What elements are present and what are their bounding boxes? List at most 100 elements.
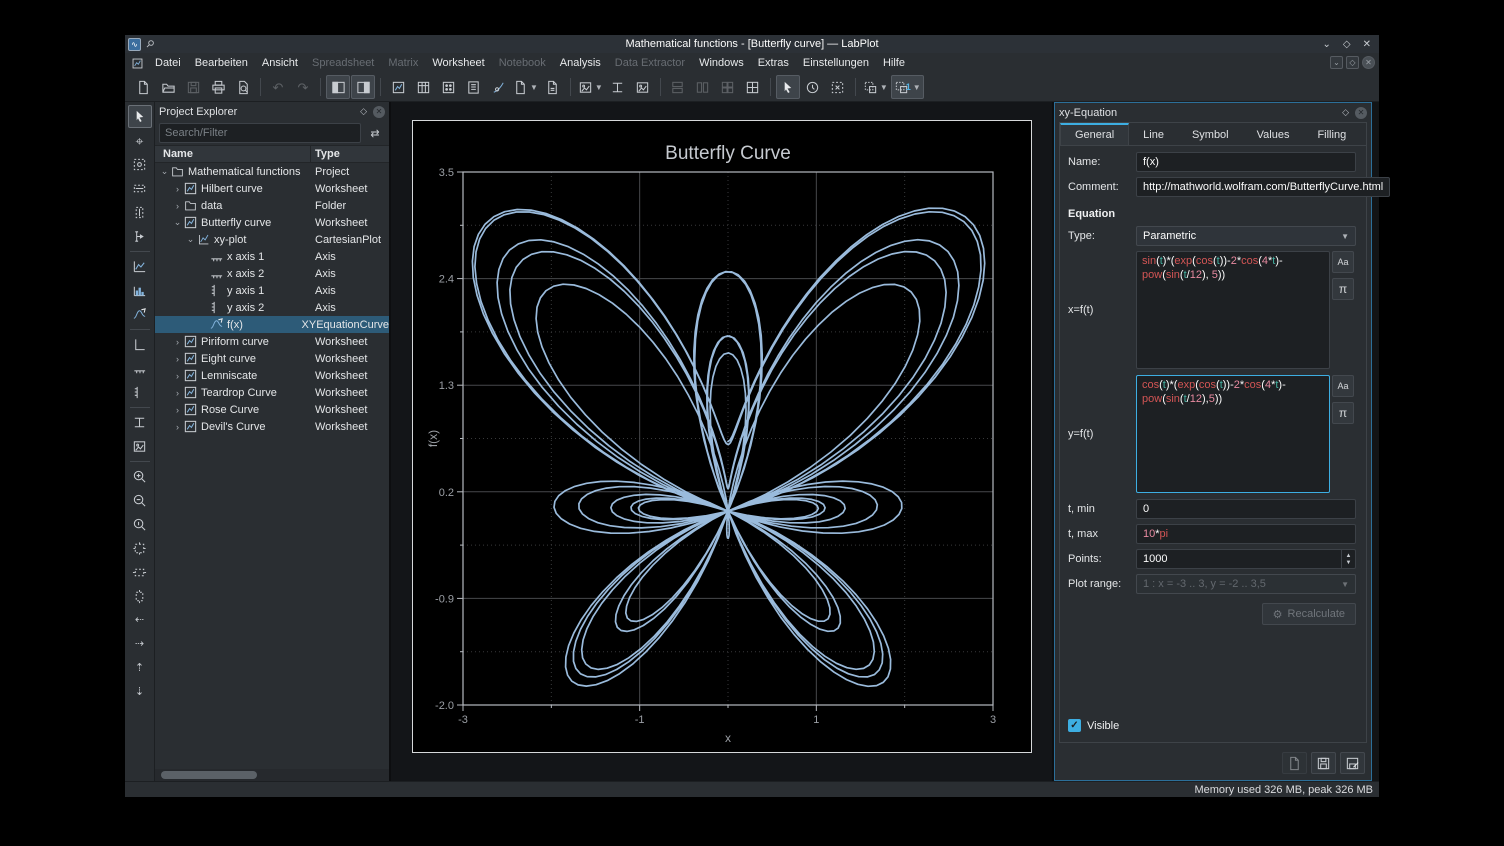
- new-spreadsheet-button[interactable]: [411, 75, 435, 99]
- new-matrix-button[interactable]: [436, 75, 460, 99]
- expander-icon[interactable]: ›: [172, 184, 183, 194]
- menu-worksheet[interactable]: Worksheet: [425, 55, 491, 71]
- new-folder-document-button[interactable]: [541, 75, 565, 99]
- horizontal-scrollbar[interactable]: [155, 769, 389, 781]
- menu-bearbeiten[interactable]: Bearbeiten: [188, 55, 255, 71]
- insert-function-button[interactable]: Aa: [1332, 375, 1354, 397]
- tree-row[interactable]: ⌄xy-plotCartesianPlot: [155, 231, 389, 248]
- tab-values[interactable]: Values: [1243, 123, 1304, 145]
- tree-row[interactable]: ›Piriform curveWorksheet: [155, 333, 389, 350]
- auto-scale-button[interactable]: [128, 537, 152, 560]
- add-xy-curve-button[interactable]: [128, 255, 152, 278]
- zoom-in-button[interactable]: [128, 465, 152, 488]
- new-project-button[interactable]: [131, 75, 155, 99]
- select-mode-button[interactable]: [128, 105, 152, 128]
- tree-row[interactable]: ⌄Butterfly curveWorksheet: [155, 214, 389, 231]
- shift-right-x-button[interactable]: ⇢: [128, 633, 152, 656]
- print-preview-button[interactable]: [231, 75, 255, 99]
- expander-icon[interactable]: ⌄: [185, 234, 196, 245]
- tree-row[interactable]: ›LemniscateWorksheet: [155, 367, 389, 384]
- select-mode-button[interactable]: [776, 75, 800, 99]
- insert-constant-button[interactable]: π: [1332, 278, 1354, 300]
- save-template-button[interactable]: [1311, 752, 1336, 774]
- search-input[interactable]: Search/Filter: [159, 123, 361, 143]
- column-header-type[interactable]: Type: [311, 146, 389, 162]
- load-template-button[interactable]: [1282, 752, 1307, 774]
- tree-row[interactable]: x axis 1Axis: [155, 248, 389, 265]
- expander-icon[interactable]: ›: [172, 422, 183, 432]
- shift-down-y-button[interactable]: ⇣: [128, 681, 152, 704]
- tree-row[interactable]: f(x)XYEquationCurve: [155, 316, 389, 333]
- add-equation-curve-button[interactable]: [128, 303, 152, 326]
- close-dock-icon[interactable]: ✕: [1355, 107, 1367, 119]
- save-default-button[interactable]: [1340, 752, 1365, 774]
- vertical-layout-button[interactable]: [606, 75, 630, 99]
- x-equation-input[interactable]: sin(t)*(exp(cos(t))-2*cos(4*t)-pow(sin(t…: [1136, 251, 1330, 369]
- tmin-input[interactable]: 0: [1136, 499, 1356, 519]
- mdi-restore-button[interactable]: ◇: [1346, 56, 1359, 69]
- close-button[interactable]: ✕: [1363, 39, 1371, 50]
- add-histogram-button[interactable]: [128, 279, 152, 302]
- expander-icon[interactable]: ›: [172, 201, 183, 211]
- tree-row[interactable]: ›Hilbert curveWorksheet: [155, 180, 389, 197]
- expander-icon[interactable]: ⌄: [172, 217, 183, 228]
- expander-icon[interactable]: ›: [172, 371, 183, 381]
- menu-extras[interactable]: Extras: [751, 55, 796, 71]
- tree-row[interactable]: ›Eight curveWorksheet: [155, 350, 389, 367]
- zoom-y-select-mode-button[interactable]: [128, 201, 152, 224]
- column-header-name[interactable]: Name: [155, 146, 311, 162]
- expander-icon[interactable]: ›: [172, 337, 183, 347]
- add-axis-button[interactable]: [128, 333, 152, 356]
- auto-scale-y-button[interactable]: [128, 585, 152, 608]
- menu-analysis[interactable]: Analysis: [553, 55, 608, 71]
- tab-general[interactable]: General: [1060, 123, 1129, 145]
- visible-checkbox[interactable]: ✓: [1068, 719, 1081, 732]
- zoom-x-select-mode-button[interactable]: [128, 177, 152, 200]
- menu-einstellungen[interactable]: Einstellungen: [796, 55, 876, 71]
- float-panel-icon[interactable]: ◇: [360, 106, 367, 117]
- new-workbook-button[interactable]: [461, 75, 485, 99]
- zoom-select-mode-button[interactable]: [826, 75, 850, 99]
- add-x-axis-button[interactable]: [128, 357, 152, 380]
- shift-left-x-button[interactable]: ⇠: [128, 609, 152, 632]
- menu-windows[interactable]: Windows: [692, 55, 751, 71]
- toggle-project-explorer-button[interactable]: [326, 75, 350, 99]
- insert-constant-button[interactable]: π: [1332, 402, 1354, 424]
- zoom-select-mode-button[interactable]: [128, 153, 152, 176]
- zoom-original-button[interactable]: [128, 513, 152, 536]
- mdi-minimize-button[interactable]: ⌄: [1330, 56, 1343, 69]
- open-project-button[interactable]: [156, 75, 180, 99]
- presenter-mode-button[interactable]: [801, 75, 825, 99]
- add-text-label-button[interactable]: [128, 411, 152, 434]
- tree-row[interactable]: ›Devil's CurveWorksheet: [155, 418, 389, 435]
- edit-image-button[interactable]: [631, 75, 655, 99]
- close-panel-icon[interactable]: ✕: [373, 106, 385, 118]
- shift-up-y-button[interactable]: ⇡: [128, 657, 152, 680]
- new-script-button[interactable]: ▼: [511, 75, 540, 99]
- add-y-axis-button[interactable]: [128, 381, 152, 404]
- filter-options-button[interactable]: ⇄: [365, 123, 385, 143]
- points-spinbox[interactable]: 1000: [1136, 549, 1356, 569]
- zoom-level-button[interactable]: 1▼: [891, 75, 924, 99]
- name-input[interactable]: f(x): [1136, 152, 1356, 172]
- expander-icon[interactable]: ›: [172, 405, 183, 415]
- add-image-button[interactable]: [128, 435, 152, 458]
- tab-symbol[interactable]: Symbol: [1178, 123, 1243, 145]
- tab-line[interactable]: Line: [1129, 123, 1178, 145]
- comment-input[interactable]: http://mathworld.wolfram.com/ButterflyCu…: [1136, 177, 1390, 197]
- tab-filling[interactable]: Filling: [1303, 123, 1360, 145]
- menu-datei[interactable]: Datei: [148, 55, 188, 71]
- menu-ansicht[interactable]: Ansicht: [255, 55, 305, 71]
- export-worksheet-button[interactable]: ▼: [576, 75, 605, 99]
- crosshair-mode-button[interactable]: ⌖: [128, 129, 152, 152]
- magnification-button[interactable]: ▼: [861, 75, 890, 99]
- tree-row[interactable]: ›Rose CurveWorksheet: [155, 401, 389, 418]
- expander-icon[interactable]: ›: [172, 388, 183, 398]
- tree-row[interactable]: x axis 2Axis: [155, 265, 389, 282]
- insert-function-button[interactable]: Aa: [1332, 251, 1354, 273]
- tree-row[interactable]: ›Teardrop CurveWorksheet: [155, 384, 389, 401]
- y-equation-input[interactable]: cos(t)*(exp(cos(t))-2*cos(4*t)-pow(sin(t…: [1136, 375, 1330, 493]
- auto-scale-x-button[interactable]: [128, 561, 152, 584]
- type-select[interactable]: Parametric▼: [1136, 226, 1356, 246]
- print-button[interactable]: [206, 75, 230, 99]
